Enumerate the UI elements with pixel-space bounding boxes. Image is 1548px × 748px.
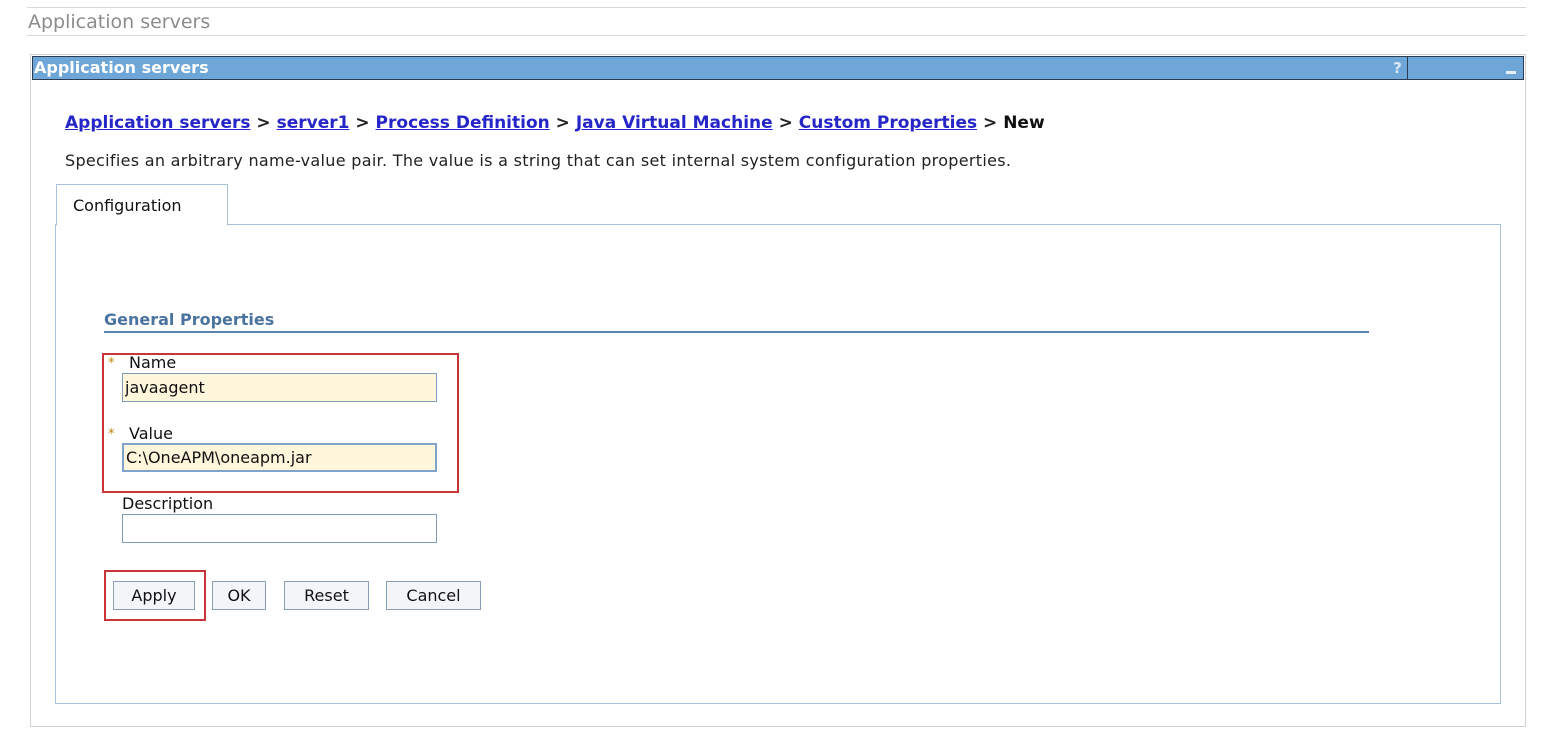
required-star-icon: * [108, 356, 115, 371]
description-label: Description [122, 494, 214, 513]
breadcrumb-process-definition[interactable]: Process Definition [376, 113, 550, 133]
portlet-title: Application servers [34, 58, 209, 77]
description-field[interactable] [122, 514, 437, 543]
required-star-icon: * [108, 427, 115, 442]
breadcrumb-application-servers[interactable]: Application servers [65, 113, 251, 133]
minimize-icon[interactable] [1503, 57, 1519, 79]
section-divider [104, 331, 1369, 333]
breadcrumb-separator: > [983, 113, 998, 133]
name-label: Name [129, 353, 177, 372]
reset-button[interactable]: Reset [284, 581, 369, 610]
breadcrumb: Application servers > server1 > Process … [65, 113, 1045, 133]
help-icon[interactable]: ? [1388, 57, 1408, 79]
breadcrumb-separator: > [555, 113, 570, 133]
tab-configuration[interactable]: Configuration [56, 184, 228, 226]
breadcrumb-custom-properties[interactable]: Custom Properties [799, 113, 977, 133]
breadcrumb-server1[interactable]: server1 [277, 113, 350, 133]
page-title: Application servers [27, 7, 1526, 36]
breadcrumb-separator: > [256, 113, 271, 133]
cancel-button[interactable]: Cancel [386, 581, 481, 610]
value-label: Value [129, 424, 173, 443]
section-title: General Properties [104, 310, 275, 329]
breadcrumb-separator: > [778, 113, 793, 133]
portlet-header: Application servers ? [32, 56, 1524, 80]
ok-button[interactable]: OK [212, 581, 266, 610]
breadcrumb-current: New [1003, 113, 1045, 133]
apply-button[interactable]: Apply [113, 581, 195, 610]
value-field[interactable] [122, 443, 437, 472]
breadcrumb-separator: > [355, 113, 370, 133]
breadcrumb-java-virtual-machine[interactable]: Java Virtual Machine [576, 113, 773, 133]
name-field[interactable] [122, 373, 437, 402]
page-description: Specifies an arbitrary name-value pair. … [65, 151, 1012, 170]
